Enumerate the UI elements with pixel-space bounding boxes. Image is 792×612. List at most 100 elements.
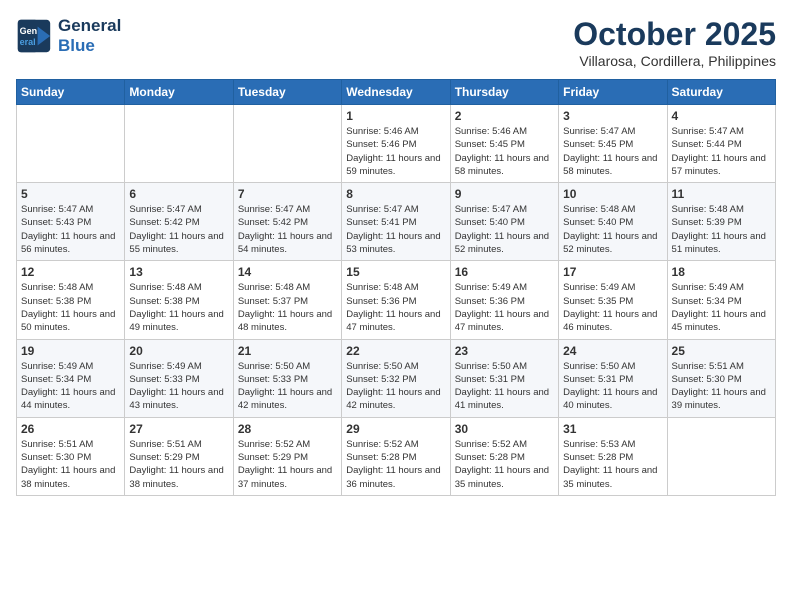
day-info: Sunrise: 5:48 AMSunset: 5:39 PMDaylight:… bbox=[672, 203, 771, 256]
weekday-header: Tuesday bbox=[233, 80, 341, 105]
svg-text:Gen: Gen bbox=[20, 26, 38, 36]
day-info: Sunrise: 5:49 AMSunset: 5:36 PMDaylight:… bbox=[455, 281, 554, 334]
calendar-cell: 26 Sunrise: 5:51 AMSunset: 5:30 PMDayligh… bbox=[17, 417, 125, 495]
calendar-cell: 17Sunrise: 5:49 AMSunset: 5:35 PMDayligh… bbox=[559, 261, 667, 339]
weekday-header: Wednesday bbox=[342, 80, 450, 105]
calendar-cell: 3Sunrise: 5:47 AMSunset: 5:45 PMDaylight… bbox=[559, 105, 667, 183]
calendar-cell: 7 Sunrise: 5:47 AMSunset: 5:42 PMDaylight… bbox=[233, 183, 341, 261]
day-info: Sunrise: 5:50 AMSunset: 5:31 PMDaylight:… bbox=[563, 360, 662, 413]
calendar-cell: 24 Sunrise: 5:50 AMSunset: 5:31 PMDayligh… bbox=[559, 339, 667, 417]
calendar-cell: 20 Sunrise: 5:49 AMSunset: 5:33 PMDayligh… bbox=[125, 339, 233, 417]
day-number: 5 bbox=[21, 187, 120, 201]
calendar-week-row: 5 Sunrise: 5:47 AMSunset: 5:43 PMDaylight… bbox=[17, 183, 776, 261]
calendar-cell: 5 Sunrise: 5:47 AMSunset: 5:43 PMDaylight… bbox=[17, 183, 125, 261]
logo-text-line1: General bbox=[58, 16, 121, 36]
calendar-cell: 28Sunrise: 5:52 AMSunset: 5:29 PMDayligh… bbox=[233, 417, 341, 495]
day-number: 13 bbox=[129, 265, 228, 279]
calendar-cell: 15 Sunrise: 5:48 AMSunset: 5:36 PMDayligh… bbox=[342, 261, 450, 339]
day-number: 24 bbox=[563, 344, 662, 358]
weekday-header: Thursday bbox=[450, 80, 558, 105]
day-info: Sunrise: 5:49 AMSunset: 5:33 PMDaylight:… bbox=[129, 360, 228, 413]
day-info: Sunrise: 5:47 AMSunset: 5:43 PMDaylight:… bbox=[21, 203, 120, 256]
day-info: Sunrise: 5:49 AMSunset: 5:34 PMDaylight:… bbox=[672, 281, 771, 334]
day-number: 8 bbox=[346, 187, 445, 201]
day-number: 18 bbox=[672, 265, 771, 279]
calendar-cell: 18 Sunrise: 5:49 AMSunset: 5:34 PMDayligh… bbox=[667, 261, 775, 339]
day-info: Sunrise: 5:48 AMSunset: 5:40 PMDaylight:… bbox=[563, 203, 662, 256]
calendar-cell: 29Sunrise: 5:52 AMSunset: 5:28 PMDayligh… bbox=[342, 417, 450, 495]
day-info: Sunrise: 5:46 AMSunset: 5:46 PMDaylight:… bbox=[346, 125, 445, 178]
calendar-cell: 14 Sunrise: 5:48 AMSunset: 5:37 PMDayligh… bbox=[233, 261, 341, 339]
day-info: Sunrise: 5:50 AMSunset: 5:31 PMDaylight:… bbox=[455, 360, 554, 413]
day-number: 26 bbox=[21, 422, 120, 436]
day-number: 14 bbox=[238, 265, 337, 279]
calendar-cell: 6 Sunrise: 5:47 AMSunset: 5:42 PMDaylight… bbox=[125, 183, 233, 261]
calendar-cell bbox=[17, 105, 125, 183]
calendar-week-row: 19 Sunrise: 5:49 AMSunset: 5:34 PMDayligh… bbox=[17, 339, 776, 417]
day-number: 16 bbox=[455, 265, 554, 279]
calendar-cell: 13Sunrise: 5:48 AMSunset: 5:38 PMDayligh… bbox=[125, 261, 233, 339]
day-number: 10 bbox=[563, 187, 662, 201]
calendar-week-row: 1 Sunrise: 5:46 AMSunset: 5:46 PMDaylight… bbox=[17, 105, 776, 183]
calendar-cell: 22 Sunrise: 5:50 AMSunset: 5:32 PMDayligh… bbox=[342, 339, 450, 417]
day-number: 23 bbox=[455, 344, 554, 358]
day-number: 21 bbox=[238, 344, 337, 358]
day-number: 12 bbox=[21, 265, 120, 279]
calendar-cell: 31Sunrise: 5:53 AMSunset: 5:28 PMDayligh… bbox=[559, 417, 667, 495]
day-info: Sunrise: 5:47 AMSunset: 5:41 PMDaylight:… bbox=[346, 203, 445, 256]
day-info: Sunrise: 5:49 AMSunset: 5:34 PMDaylight:… bbox=[21, 360, 120, 413]
day-number: 19 bbox=[21, 344, 120, 358]
calendar-cell: 30Sunrise: 5:52 AMSunset: 5:28 PMDayligh… bbox=[450, 417, 558, 495]
day-number: 25 bbox=[672, 344, 771, 358]
day-info: Sunrise: 5:48 AMSunset: 5:37 PMDaylight:… bbox=[238, 281, 337, 334]
calendar-cell: 10 Sunrise: 5:48 AMSunset: 5:40 PMDayligh… bbox=[559, 183, 667, 261]
location-subtitle: Villarosa, Cordillera, Philippines bbox=[573, 53, 776, 69]
day-number: 15 bbox=[346, 265, 445, 279]
logo-text-line2: Blue bbox=[58, 36, 121, 56]
day-info: Sunrise: 5:52 AMSunset: 5:28 PMDaylight:… bbox=[455, 438, 554, 491]
day-number: 2 bbox=[455, 109, 554, 123]
calendar-table: SundayMondayTuesdayWednesdayThursdayFrid… bbox=[16, 79, 776, 496]
day-info: Sunrise: 5:47 AMSunset: 5:45 PMDaylight:… bbox=[563, 125, 662, 178]
logo-icon: Gen eral bbox=[16, 18, 52, 54]
day-info: Sunrise: 5:46 AMSunset: 5:45 PMDaylight:… bbox=[455, 125, 554, 178]
calendar-cell: 19 Sunrise: 5:49 AMSunset: 5:34 PMDayligh… bbox=[17, 339, 125, 417]
day-info: Sunrise: 5:52 AMSunset: 5:28 PMDaylight:… bbox=[346, 438, 445, 491]
calendar-header-row: SundayMondayTuesdayWednesdayThursdayFrid… bbox=[17, 80, 776, 105]
day-number: 22 bbox=[346, 344, 445, 358]
calendar-cell: 9Sunrise: 5:47 AMSunset: 5:40 PMDaylight… bbox=[450, 183, 558, 261]
title-block: October 2025 Villarosa, Cordillera, Phil… bbox=[573, 16, 776, 69]
calendar-cell: 23 Sunrise: 5:50 AMSunset: 5:31 PMDayligh… bbox=[450, 339, 558, 417]
day-number: 6 bbox=[129, 187, 228, 201]
day-info: Sunrise: 5:51 AMSunset: 5:29 PMDaylight:… bbox=[129, 438, 228, 491]
day-info: Sunrise: 5:51 AMSunset: 5:30 PMDaylight:… bbox=[21, 438, 120, 491]
day-info: Sunrise: 5:47 AMSunset: 5:44 PMDaylight:… bbox=[672, 125, 771, 178]
day-number: 11 bbox=[672, 187, 771, 201]
day-info: Sunrise: 5:52 AMSunset: 5:29 PMDaylight:… bbox=[238, 438, 337, 491]
day-info: Sunrise: 5:48 AMSunset: 5:38 PMDaylight:… bbox=[21, 281, 120, 334]
day-number: 7 bbox=[238, 187, 337, 201]
weekday-header: Friday bbox=[559, 80, 667, 105]
calendar-cell bbox=[125, 105, 233, 183]
calendar-cell: 8 Sunrise: 5:47 AMSunset: 5:41 PMDaylight… bbox=[342, 183, 450, 261]
calendar-cell bbox=[233, 105, 341, 183]
calendar-cell: 1 Sunrise: 5:46 AMSunset: 5:46 PMDaylight… bbox=[342, 105, 450, 183]
calendar-cell: 12 Sunrise: 5:48 AMSunset: 5:38 PMDayligh… bbox=[17, 261, 125, 339]
day-info: Sunrise: 5:50 AMSunset: 5:32 PMDaylight:… bbox=[346, 360, 445, 413]
calendar-week-row: 26 Sunrise: 5:51 AMSunset: 5:30 PMDayligh… bbox=[17, 417, 776, 495]
calendar-cell: 27 Sunrise: 5:51 AMSunset: 5:29 PMDayligh… bbox=[125, 417, 233, 495]
day-number: 27 bbox=[129, 422, 228, 436]
day-number: 17 bbox=[563, 265, 662, 279]
weekday-header: Sunday bbox=[17, 80, 125, 105]
calendar-cell: 21Sunrise: 5:50 AMSunset: 5:33 PMDayligh… bbox=[233, 339, 341, 417]
day-info: Sunrise: 5:48 AMSunset: 5:36 PMDaylight:… bbox=[346, 281, 445, 334]
day-number: 9 bbox=[455, 187, 554, 201]
calendar-cell: 16 Sunrise: 5:49 AMSunset: 5:36 PMDayligh… bbox=[450, 261, 558, 339]
day-number: 1 bbox=[346, 109, 445, 123]
day-info: Sunrise: 5:47 AMSunset: 5:42 PMDaylight:… bbox=[129, 203, 228, 256]
day-info: Sunrise: 5:51 AMSunset: 5:30 PMDaylight:… bbox=[672, 360, 771, 413]
calendar-cell: 11 Sunrise: 5:48 AMSunset: 5:39 PMDayligh… bbox=[667, 183, 775, 261]
day-number: 20 bbox=[129, 344, 228, 358]
day-info: Sunrise: 5:47 AMSunset: 5:42 PMDaylight:… bbox=[238, 203, 337, 256]
weekday-header: Saturday bbox=[667, 80, 775, 105]
